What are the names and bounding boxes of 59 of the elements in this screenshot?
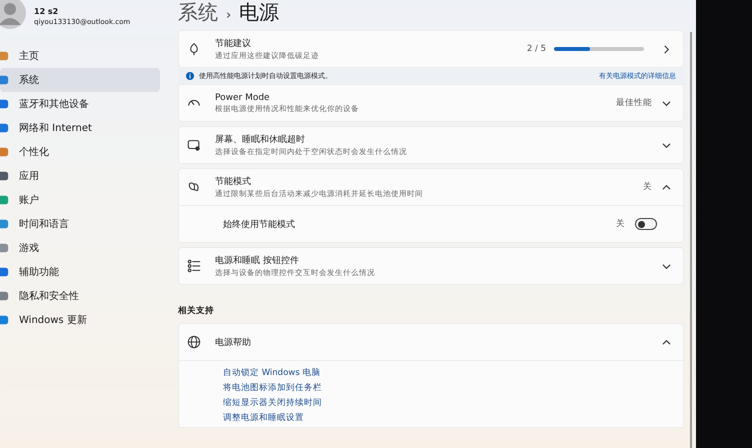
leaf-icon	[187, 42, 201, 56]
help-link[interactable]: 自动锁定 Windows 电脑	[223, 367, 639, 380]
help-link[interactable]: 调整电源和睡眠设置	[223, 412, 639, 425]
toggle-switch[interactable]	[635, 218, 657, 230]
chevron-up-icon	[662, 338, 671, 346]
screen-icon	[187, 138, 201, 152]
sidebar-item[interactable]: 网络和 Internet	[0, 116, 160, 140]
setting-value: 关	[643, 181, 652, 193]
setting-label: 始终使用节能模式	[223, 218, 296, 230]
nav-icon	[0, 266, 9, 278]
nav-icon	[0, 50, 9, 62]
sidebar-item[interactable]: 辅助功能	[0, 260, 160, 284]
nav-icon	[0, 98, 9, 110]
leaf-icon	[187, 180, 201, 194]
setting-title: 节能建议	[215, 38, 252, 50]
sidebar-item[interactable]: 游戏	[0, 236, 160, 260]
progress-count: 2 / 5	[526, 44, 546, 54]
sidebar-item[interactable]: 主页	[0, 44, 160, 68]
nav-icon	[0, 194, 9, 206]
nav-icon	[0, 218, 9, 230]
help-link[interactable]: 缩短显示器关闭持续时间	[223, 397, 639, 410]
page-title: 电源	[239, 0, 280, 24]
account-name: 12 s2	[34, 6, 60, 16]
breadcrumb-separator: ›	[226, 7, 232, 25]
toggle-state: 关	[616, 218, 625, 230]
help-card[interactable]: 电源帮助	[178, 323, 684, 361]
nav-icon	[0, 314, 9, 326]
info-icon	[186, 72, 194, 80]
sidebar-item[interactable]: 时间和语言	[0, 212, 160, 236]
setting-title: 电源和睡眠 按钮控件	[215, 254, 300, 267]
nav-icon	[0, 290, 9, 302]
sidebar-item[interactable]: 隐私和安全性	[0, 284, 160, 308]
sidebar-item[interactable]: 应用	[0, 164, 160, 188]
nav-icon	[0, 74, 9, 86]
sidebar-item[interactable]: 系统	[0, 68, 160, 92]
setting-title: 电源帮助	[215, 336, 252, 348]
nav-icon	[0, 242, 9, 254]
setting-title: Power Mode	[215, 92, 271, 102]
setting-title: 屏幕、睡眠和休眠超时	[215, 134, 306, 146]
nav-icon	[0, 170, 9, 182]
chevron-down-icon	[662, 140, 671, 150]
nav-icon	[0, 146, 9, 158]
sidebar-item[interactable]: Windows 更新	[0, 308, 160, 332]
setting-title: 节能模式	[215, 176, 252, 188]
help-link[interactable]: 将电池图标添加到任务栏	[223, 382, 639, 395]
setting-value: 最佳性能	[616, 97, 652, 109]
sidebar-item[interactable]: 蓝牙和其他设备	[0, 92, 160, 116]
breadcrumb-parent[interactable]: 系统	[178, 0, 218, 24]
nav-icon	[0, 122, 9, 134]
globe-icon	[187, 335, 201, 349]
chevron-down-icon	[662, 262, 671, 270]
avatar-icon	[0, 0, 26, 29]
list-icon	[187, 259, 201, 273]
chevron-down-icon	[662, 98, 671, 108]
sidebar-item[interactable]: 个性化	[0, 140, 160, 164]
chevron-up-icon	[662, 182, 671, 192]
sidebar-item[interactable]: 账户	[0, 188, 160, 212]
section-heading: 相关支持	[178, 305, 215, 317]
chevron-right-icon	[662, 44, 671, 54]
